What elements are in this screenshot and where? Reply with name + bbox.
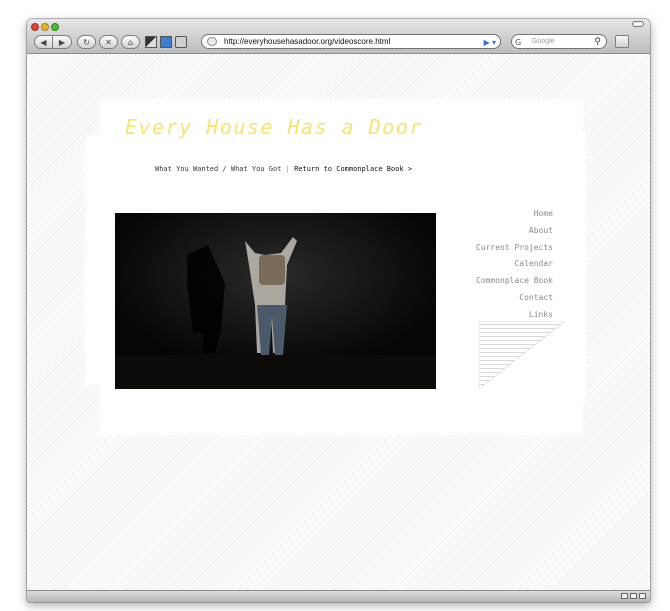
site-title[interactable]: Every House Has a Door [125,115,485,139]
go-dropdown-icon[interactable]: ▶ ▾ [484,36,496,48]
minimize-window-button[interactable] [41,23,49,31]
stop-icon: ✕ [105,37,112,47]
reload-button[interactable]: ↻ [77,35,96,49]
back-arrow-icon: ◀ [40,37,47,47]
toolbar-toggle-button[interactable] [632,21,644,27]
nav-current-projects[interactable]: Current Projects [473,240,553,257]
video-frame [115,213,436,389]
search-engine-icon[interactable]: G [515,36,521,49]
video-player[interactable] [115,213,436,389]
site-nav: Home About Current Projects Calendar Com… [473,206,553,324]
nav-commonplace-book[interactable]: Commonplace Book [473,273,553,290]
browser-toolbar: ◀ ▶ ↻ ✕ ⌂ http://everyhousehasadoor.org/… [27,19,650,54]
search-field[interactable]: G Google ⚲ [511,34,607,49]
back-forward-group: ◀ ▶ [34,35,73,49]
content-panel-right-tab [563,131,586,401]
magnifier-icon: ⚲ [594,36,601,46]
site-favicon-icon [207,37,217,46]
subnav-separator: | [285,165,290,173]
page-viewport: Every House Has a Door What You Wanted /… [27,54,650,590]
address-text: http://everyhousehasadoor.org/videoscore… [224,37,391,46]
return-link[interactable]: Return to Commonplace Book > [294,165,412,173]
address-bar[interactable]: http://everyhousehasadoor.org/videoscore… [201,34,501,49]
forward-arrow-icon: ▶ [58,37,66,47]
zoom-window-button[interactable] [51,23,59,31]
bookmark-icon[interactable] [160,36,172,48]
content-panel-left-tab [85,135,115,385]
forward-button[interactable]: ▶ [53,35,72,49]
page-menu-button[interactable] [615,35,629,48]
backpack [259,255,285,285]
browser-window: ◀ ▶ ↻ ✕ ⌂ http://everyhousehasadoor.org/… [27,19,650,602]
page-subnav: What You Wanted / What You Got | Return … [155,165,412,173]
status-icons [621,593,646,599]
home-button[interactable]: ⌂ [121,35,140,49]
nav-about[interactable]: About [473,223,553,240]
back-button[interactable]: ◀ [34,35,53,49]
nav-calendar[interactable]: Calendar [473,256,553,273]
home-icon: ⌂ [127,37,134,47]
close-window-button[interactable] [31,23,39,31]
status-plugin-icon[interactable] [621,593,628,599]
bookmarklet-icon[interactable] [145,36,157,48]
stop-button[interactable]: ✕ [99,35,118,49]
status-reader-icon[interactable] [630,593,637,599]
status-mail-icon[interactable] [639,593,646,599]
reload-icon: ↻ [83,37,90,47]
archive-icon[interactable] [175,36,187,48]
nav-contact[interactable]: Contact [473,290,553,307]
current-piece-title: What You Wanted / What You Got [155,165,282,173]
search-placeholder: Google [532,38,555,45]
nav-home[interactable]: Home [473,206,553,223]
status-bar [27,590,650,602]
striped-triangle-graphic [479,321,565,389]
